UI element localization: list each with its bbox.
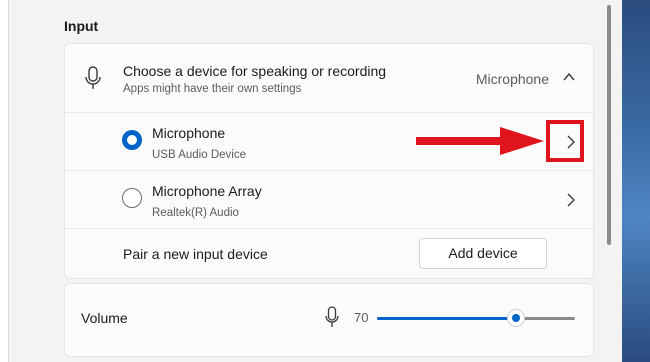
volume-value: 70 [354, 310, 369, 325]
chevron-right-icon[interactable] [567, 193, 575, 207]
device-option-microphone-array[interactable]: Microphone Array Realtek(R) Audio [65, 170, 593, 229]
volume-slider[interactable] [377, 309, 575, 327]
volume-slider-thumb[interactable] [506, 309, 525, 327]
annotation-arrow [416, 127, 544, 155]
pair-device-label: Pair a new input device [123, 246, 268, 262]
current-device-value: Microphone [475, 71, 549, 87]
radio-unselected[interactable] [122, 188, 142, 208]
device-selector-subtitle: Apps might have their own settings [123, 83, 302, 95]
desktop-background [622, 0, 650, 362]
device-name: Microphone Array [152, 183, 262, 199]
device-name: Microphone [152, 125, 226, 141]
chevron-up-icon[interactable] [563, 72, 575, 82]
volume-slider-fill [377, 317, 516, 320]
volume-label: Volume [81, 310, 128, 326]
annotation-highlight-box [546, 120, 584, 162]
volume-card: Volume 70 [64, 283, 594, 357]
device-description: USB Audio Device [152, 149, 246, 161]
input-device-card: Choose a device for speaking or recordin… [64, 43, 594, 279]
section-title: Input [64, 18, 99, 34]
add-device-button[interactable]: Add device [419, 238, 547, 269]
window-left-edge [0, 0, 9, 362]
microphone-icon[interactable] [325, 306, 339, 328]
device-description: Realtek(R) Audio [152, 207, 239, 219]
device-selector-title: Choose a device for speaking or recordin… [123, 63, 387, 79]
microphone-icon [85, 66, 101, 89]
device-selector-header[interactable]: Choose a device for speaking or recordin… [65, 44, 593, 112]
scrollbar[interactable] [607, 5, 611, 245]
radio-selected[interactable] [122, 130, 142, 150]
pair-device-row: Pair a new input device Add device [65, 228, 593, 279]
